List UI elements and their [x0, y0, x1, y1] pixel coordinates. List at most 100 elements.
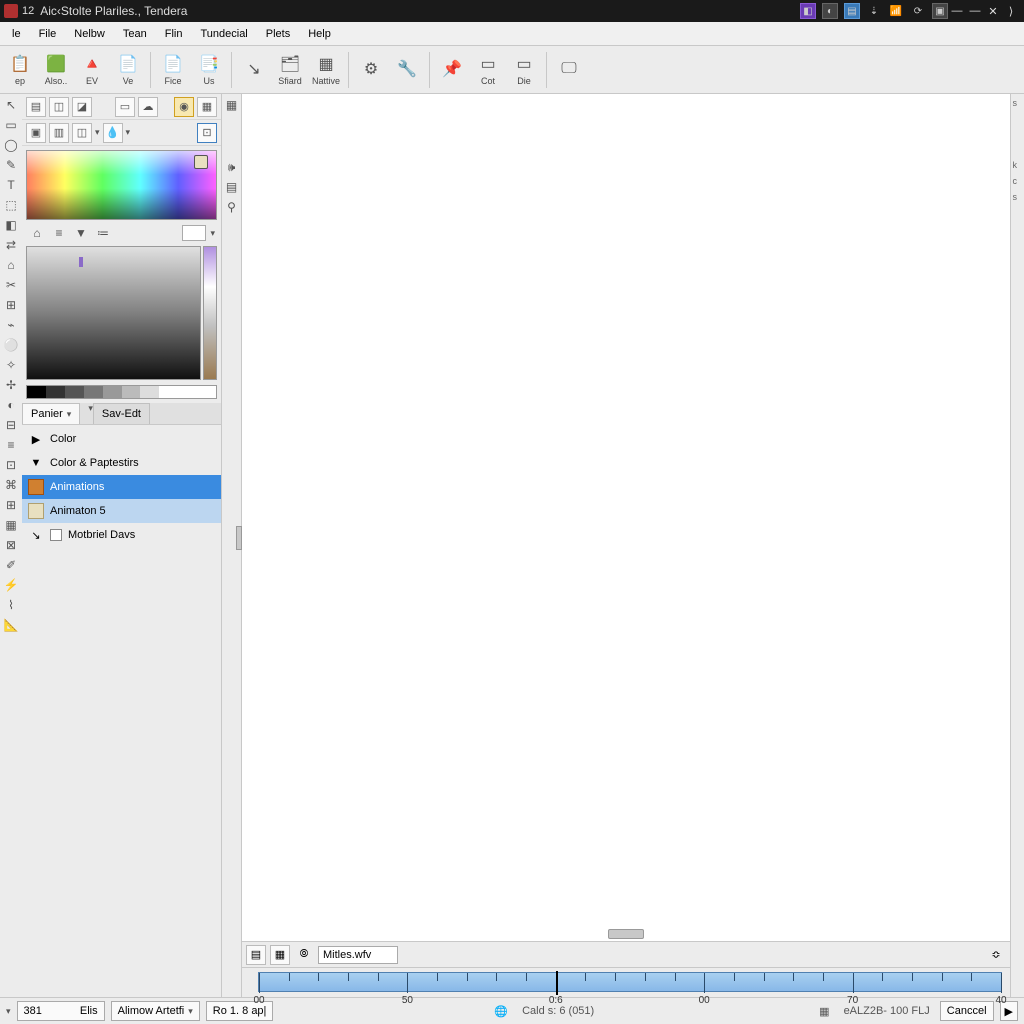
toolbar-button[interactable]: ▭Cot [472, 49, 504, 91]
tool-icon[interactable]: ◯ [2, 136, 20, 154]
gradient-marker-icon[interactable] [79, 257, 83, 267]
toolbar-button[interactable]: 🔧 [391, 49, 423, 91]
tool-icon[interactable]: s [1013, 192, 1023, 202]
tree-item-animation5[interactable]: Animaton 5 [22, 499, 221, 523]
panel-btn[interactable]: ◉ [174, 97, 194, 117]
swatch[interactable] [178, 386, 197, 398]
chevron-down-icon[interactable]: ▾ [126, 127, 131, 138]
tab-panier[interactable]: Panier ▾ [22, 403, 80, 424]
toolbar-button[interactable]: 📄Fice [157, 49, 189, 91]
panel-handle[interactable] [236, 526, 242, 550]
tool-icon[interactable]: ⊠ [2, 536, 20, 554]
tool-icon[interactable]: ▦ [223, 96, 241, 114]
tree-item-color[interactable]: ▶ Color [22, 427, 221, 451]
tool-icon[interactable]: ↖ [2, 96, 20, 114]
tool-icon[interactable]: ⊞ [2, 496, 20, 514]
timeline-btn[interactable]: ⦾ [294, 945, 314, 965]
tool-icon[interactable]: ✎ [2, 156, 20, 174]
toolbar-button[interactable]: 📌 [436, 49, 468, 91]
toolbar-button[interactable]: 📑Us [193, 49, 225, 91]
align-icon[interactable]: ≡ [50, 224, 68, 242]
tray-icon[interactable]: ◧ [800, 3, 816, 19]
cancel-button[interactable]: Canccel [940, 1001, 994, 1021]
panel-btn[interactable]: ☁ [138, 97, 158, 117]
close-button[interactable]: ✕ [984, 3, 1002, 19]
menu-plets[interactable]: Plets [258, 25, 298, 43]
menu-file[interactable]: File [31, 25, 65, 43]
timeline-btn[interactable]: ▦ [270, 945, 290, 965]
timeline-ruler[interactable]: 00500:6007040 [258, 972, 1002, 992]
tab-savedit[interactable]: Sav‑Edt [93, 403, 150, 424]
status-num-field[interactable]: 381 Elis [17, 1001, 105, 1021]
menu-flin[interactable]: Flin [157, 25, 191, 43]
chevron-down-icon[interactable]: ▾ [6, 1006, 11, 1017]
tool-icon[interactable]: ▭ [2, 116, 20, 134]
menu-help[interactable]: Help [300, 25, 339, 43]
tool-icon[interactable]: ⊡ [2, 456, 20, 474]
close-button[interactable]: ⟩ [1002, 3, 1020, 19]
minimize-button[interactable]: — [948, 3, 966, 19]
chevron-down-icon[interactable]: ▾ [210, 228, 215, 239]
panel-btn[interactable]: ⊡ [197, 123, 217, 143]
picker-marker-icon[interactable] [194, 155, 208, 169]
timeline-cursor[interactable] [556, 971, 558, 995]
sync-icon[interactable]: ⟳ [910, 3, 926, 19]
tool-icon[interactable]: ⊟ [2, 416, 20, 434]
panel-btn[interactable]: ◫ [49, 97, 69, 117]
tray-icon[interactable]: ⇣ [866, 3, 882, 19]
gradient-picker[interactable] [26, 246, 217, 380]
timeline-btn[interactable]: ▤ [246, 945, 266, 965]
tool-icon[interactable]: ⌘ [2, 476, 20, 494]
panel-btn[interactable]: ◪ [72, 97, 92, 117]
speaker-icon[interactable]: 🕪 [223, 158, 241, 176]
filter-icon[interactable]: ▼ [72, 224, 90, 242]
home-icon[interactable]: ⌂ [28, 224, 46, 242]
value-input[interactable] [182, 225, 206, 241]
wifi-icon[interactable]: 📶 [888, 3, 904, 19]
swatch[interactable] [159, 386, 178, 398]
swatch[interactable] [140, 386, 159, 398]
panel-btn[interactable]: ▣ [26, 123, 46, 143]
swatch[interactable] [65, 386, 84, 398]
timeline-tab[interactable]: Mitles.wfv [318, 946, 398, 964]
tool-icon[interactable]: ≡ [2, 436, 20, 454]
tool-icon[interactable]: ✐ [2, 556, 20, 574]
tool-icon[interactable]: ✧ [2, 356, 20, 374]
tree-item-animations[interactable]: Animations [22, 475, 221, 499]
menu-nelbw[interactable]: Nelbw [66, 25, 113, 43]
hue-slider[interactable] [203, 246, 217, 380]
tool-icon[interactable]: T [2, 176, 20, 194]
tool-icon[interactable]: ⇄ [2, 236, 20, 254]
toolbar-button[interactable]: 🗂Sfiard [274, 49, 306, 91]
color-picker[interactable] [26, 150, 217, 220]
swatch[interactable] [46, 386, 65, 398]
tool-icon[interactable]: ⌇ [2, 596, 20, 614]
status-combo1[interactable]: Alimow Artetfi ▾ [111, 1001, 200, 1021]
swatch[interactable] [122, 386, 141, 398]
toolbar-button[interactable]: ▭Die [508, 49, 540, 91]
swatch[interactable] [103, 386, 122, 398]
tool-icon[interactable]: ⚪ [2, 336, 20, 354]
menu-tean[interactable]: Tean [115, 25, 155, 43]
menu-le[interactable]: le [4, 25, 29, 43]
panel-btn[interactable]: ▥ [49, 123, 69, 143]
panel-btn[interactable]: ▭ [115, 97, 135, 117]
tree-item-motbriel[interactable]: ↘ Motbriel Davs [22, 523, 221, 547]
scroll-thumb[interactable] [608, 929, 644, 939]
panel-btn[interactable]: 💧 [103, 123, 123, 143]
tool-icon[interactable]: ▤ [223, 178, 241, 196]
panel-btn[interactable]: ▤ [26, 97, 46, 117]
tool-icon[interactable]: ⌂ [2, 256, 20, 274]
panel-btn[interactable]: ◫ [72, 123, 92, 143]
tray-icon[interactable]: ◐ [822, 3, 838, 19]
tool-icon[interactable]: ▦ [2, 516, 20, 534]
tool-icon[interactable]: ⌁ [2, 316, 20, 334]
canvas[interactable] [242, 94, 1010, 941]
toolbar-button[interactable]: 🔺EV [76, 49, 108, 91]
panel-btn[interactable]: ▦ [197, 97, 217, 117]
swatch[interactable] [84, 386, 103, 398]
tool-icon[interactable]: s [1013, 98, 1023, 108]
tool-icon[interactable]: ⊞ [2, 296, 20, 314]
toolbar-button[interactable]: ⚙ [355, 49, 387, 91]
tool-icon[interactable]: 📐 [2, 616, 20, 634]
